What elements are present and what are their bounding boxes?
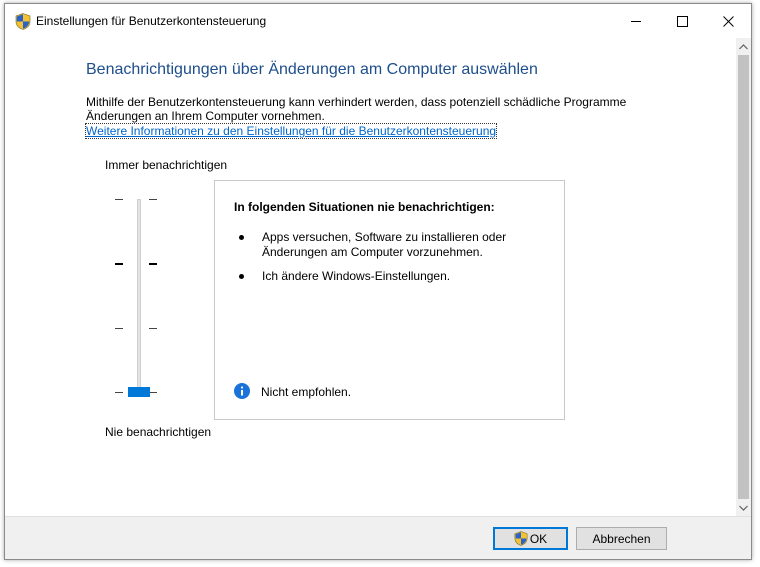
- uac-shield-icon: [15, 13, 31, 30]
- content-area: Benachrichtigungen über Änderungen am Co…: [5, 38, 736, 516]
- not-recommended-note: Nicht empfohlen.: [261, 385, 352, 399]
- bullet-icon: [239, 235, 244, 240]
- title-bar[interactable]: Einstellungen für Benutzerkontensteuerun…: [5, 4, 751, 38]
- description-text: Mithilfe der Benutzerkontensteuerung kan…: [86, 95, 627, 123]
- scrollbar-thumb[interactable]: [738, 55, 749, 499]
- more-info-link[interactable]: Weitere Informationen zu den Einstellung…: [84, 123, 498, 139]
- slider-label-bottom: Nie benachrichtigen: [105, 425, 212, 439]
- slider-tick: [115, 199, 123, 200]
- scroll-down-button[interactable]: [736, 499, 751, 516]
- uac-shield-icon: [514, 531, 528, 546]
- close-icon: [722, 15, 734, 27]
- slider-tick: [149, 328, 157, 329]
- chevron-down-icon: [739, 505, 748, 511]
- slider-tick: [115, 328, 123, 329]
- slider-tick: [115, 263, 123, 265]
- page-heading: Benachrichtigungen über Änderungen am Co…: [86, 61, 538, 78]
- ok-button-label: OK: [529, 531, 548, 546]
- window-title: Einstellungen für Benutzerkontensteuerun…: [36, 14, 267, 28]
- bullet-text: Apps versuchen, Software zu installieren…: [262, 230, 507, 259]
- slider-thumb[interactable]: [128, 387, 150, 397]
- bullet-icon: [239, 274, 244, 279]
- slider-tick: [149, 199, 157, 200]
- cancel-button-label: Abbrechen: [592, 531, 651, 546]
- info-title: In folgenden Situationen nie benachricht…: [234, 200, 495, 214]
- vertical-scrollbar[interactable]: [736, 38, 751, 516]
- setting-description-box: In folgenden Situationen nie benachricht…: [214, 180, 565, 420]
- maximize-button[interactable]: [659, 4, 705, 38]
- slider-tick: [115, 392, 123, 393]
- scroll-up-button[interactable]: [736, 38, 751, 55]
- cancel-button[interactable]: Abbrechen: [576, 527, 667, 550]
- maximize-icon: [676, 15, 688, 27]
- uac-settings-window: Einstellungen für Benutzerkontensteuerun…: [4, 3, 752, 560]
- close-button[interactable]: [705, 4, 751, 38]
- ok-button[interactable]: OK: [493, 527, 568, 550]
- chevron-up-icon: [739, 43, 748, 49]
- slider-label-top: Immer benachrichtigen: [105, 158, 228, 172]
- list-item: Apps versuchen, Software zu installieren…: [234, 230, 554, 262]
- minimize-icon: [630, 20, 641, 22]
- dialog-footer: OK Abbrechen: [5, 516, 751, 559]
- minimize-button[interactable]: [613, 4, 659, 38]
- bullet-text: Ich ändere Windows-Einstellungen.: [262, 269, 451, 283]
- slider-tick: [149, 392, 157, 393]
- notification-level-slider[interactable]: [113, 188, 163, 408]
- info-icon: [234, 383, 250, 399]
- slider-tick: [149, 263, 157, 265]
- list-item: Ich ändere Windows-Einstellungen.: [234, 269, 554, 285]
- slider-track[interactable]: [137, 199, 141, 395]
